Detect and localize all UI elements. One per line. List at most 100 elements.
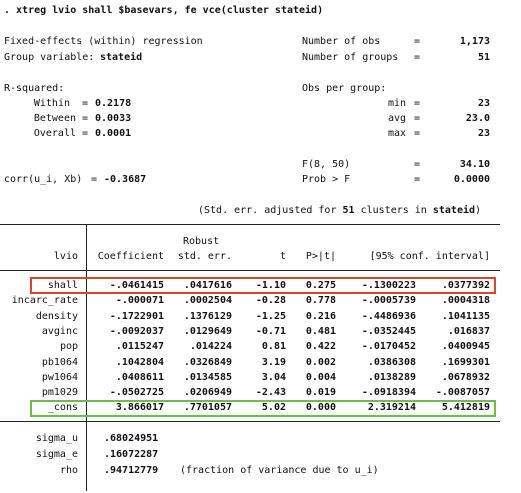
model-title: Fixed-effects (within) regression: [4, 36, 203, 47]
cell-p-value: 0.216: [305, 311, 336, 322]
obs-max-value: 23: [477, 128, 490, 139]
obs-max-eq: =: [414, 128, 421, 139]
cell-ci-high: -.0087057: [435, 387, 490, 398]
obs-min-value: 23: [477, 98, 490, 109]
cell-ci-low: -.0918394: [361, 387, 416, 398]
se-adjusted-var: stateid: [432, 205, 476, 216]
cell-ci-low: .0386308: [367, 357, 416, 368]
group-var-value: stateid: [100, 52, 143, 63]
cell-t-stat: -1.25: [255, 311, 286, 322]
ngroups-label: Number of groups: [302, 52, 399, 63]
cell-ci-high: .0400945: [441, 341, 490, 352]
rsq-overall-value: 0.0001: [95, 128, 132, 139]
cell-t-stat: -0.28: [255, 295, 286, 306]
se-adjusted-note: (Std. err. adjusted for 51 clusters in s…: [198, 205, 481, 217]
cell-ci-high: .016837: [447, 326, 490, 337]
prob-f-eq: =: [414, 174, 421, 185]
cell-coef: -.000071: [115, 295, 164, 306]
cell-t-stat: -0.71: [255, 326, 286, 337]
cell-var-name: pop: [59, 341, 78, 352]
cell-ci-low: -.4486936: [361, 311, 416, 322]
prob-f-label: Prob > F: [302, 174, 351, 185]
col-header-se: std. err.: [177, 251, 232, 262]
se-adjusted-post: ): [475, 205, 482, 216]
cell-ci-low: -.0352445: [361, 326, 416, 337]
sigma-e-value: .16072287: [104, 449, 159, 460]
cell-var-name: pw1064: [41, 372, 78, 383]
cell-t-stat: 0.81: [261, 341, 286, 352]
sigma-e-label: sigma_e: [35, 449, 78, 460]
cell-coef: -.0092037: [109, 326, 164, 337]
cell-p-value: 0.778: [305, 295, 336, 306]
rsq-label: R-squared:: [4, 83, 65, 94]
f-stat-value: 34.10: [459, 159, 490, 170]
cell-p-value: 0.422: [305, 341, 336, 352]
cell-coef: .0115247: [115, 341, 164, 352]
obs-min-eq: =: [414, 98, 421, 109]
shall-highlight-box: [30, 277, 496, 294]
cell-ci-low: -.0005739: [361, 295, 416, 306]
sigma-u-value: .68024951: [104, 433, 159, 444]
col-header-ci: [95% conf. interval]: [369, 251, 490, 262]
cell-std-err: .0326849: [183, 357, 232, 368]
cell-var-name: incarc_rate: [11, 295, 78, 306]
corr-label: corr(u_i, Xb): [4, 174, 83, 185]
cell-coef: -.0502725: [109, 387, 164, 398]
cell-std-err: .014224: [189, 341, 232, 352]
table-column-divider: [86, 224, 87, 491]
cell-p-value: 0.002: [305, 357, 336, 368]
se-adjusted-mid: clusters in: [360, 205, 427, 216]
obs-avg-eq: =: [414, 113, 421, 124]
nobs-value: 1,173: [459, 36, 490, 47]
ngroups-value: 51: [477, 52, 490, 63]
col-header-p: P>|t|: [305, 251, 336, 262]
cell-ci-high: .0004318: [441, 295, 490, 306]
corr-eq: =: [91, 174, 98, 185]
cell-var-name: avginc: [41, 326, 78, 337]
rsq-within-label: Within: [33, 98, 70, 109]
cell-var-name: pm1029: [41, 387, 78, 398]
cell-ci-high: .0678932: [441, 372, 490, 383]
cell-ci-low: .0138289: [367, 372, 416, 383]
col-header-coef: Coefficient: [97, 251, 164, 262]
obs-avg-value: 23.0: [465, 113, 490, 124]
obs-max-label: max: [387, 128, 406, 139]
f-stat-eq: =: [414, 159, 421, 170]
col-header-t: t: [279, 251, 286, 262]
cell-std-err: .0129649: [183, 326, 232, 337]
f-stat-label: F(8, 50): [302, 159, 351, 170]
stata-results-window: . xtreg lvio shall $basevars, fe vce(clu…: [0, 0, 521, 493]
cell-ci-low: -.0170452: [361, 341, 416, 352]
rsq-between-label: Between: [33, 113, 76, 124]
nobs-eq: =: [414, 36, 421, 47]
cell-ci-high: .1041135: [441, 311, 490, 322]
cell-ci-high: .1699301: [441, 357, 490, 368]
prob-f-value: 0.0000: [453, 174, 490, 185]
se-adjusted-n: 51: [342, 205, 355, 216]
cell-coef: .0408611: [115, 372, 164, 383]
corr-value: -0.3687: [104, 174, 147, 185]
cell-p-value: 0.481: [305, 326, 336, 337]
rsq-within-eq: =: [82, 98, 89, 109]
group-var-label: Group variable:: [4, 52, 95, 63]
rsq-between-eq: =: [82, 113, 89, 124]
cell-p-value: 0.019: [305, 387, 336, 398]
nobs-label: Number of obs: [302, 36, 381, 47]
cell-t-stat: 3.19: [261, 357, 286, 368]
table-header-rule: [0, 270, 500, 271]
table-top-rule: [0, 224, 500, 225]
cell-std-err: .1376129: [183, 311, 232, 322]
cell-std-err: .0002504: [183, 295, 232, 306]
cons-highlight-box: [30, 400, 496, 417]
obs-min-label: min: [387, 98, 406, 109]
cell-var-name: pb1064: [41, 357, 78, 368]
rho-label: rho: [59, 465, 78, 476]
cell-t-stat: -2.43: [255, 387, 286, 398]
rsq-overall-label: Overall: [33, 128, 76, 139]
table-coef-bottom-rule: [0, 421, 500, 422]
robust-label: Robust: [183, 236, 220, 247]
cell-coef: .1042804: [115, 357, 164, 368]
cell-var-name: density: [35, 311, 78, 322]
cell-p-value: 0.004: [305, 372, 336, 383]
rsq-between-value: 0.0033: [95, 113, 132, 124]
